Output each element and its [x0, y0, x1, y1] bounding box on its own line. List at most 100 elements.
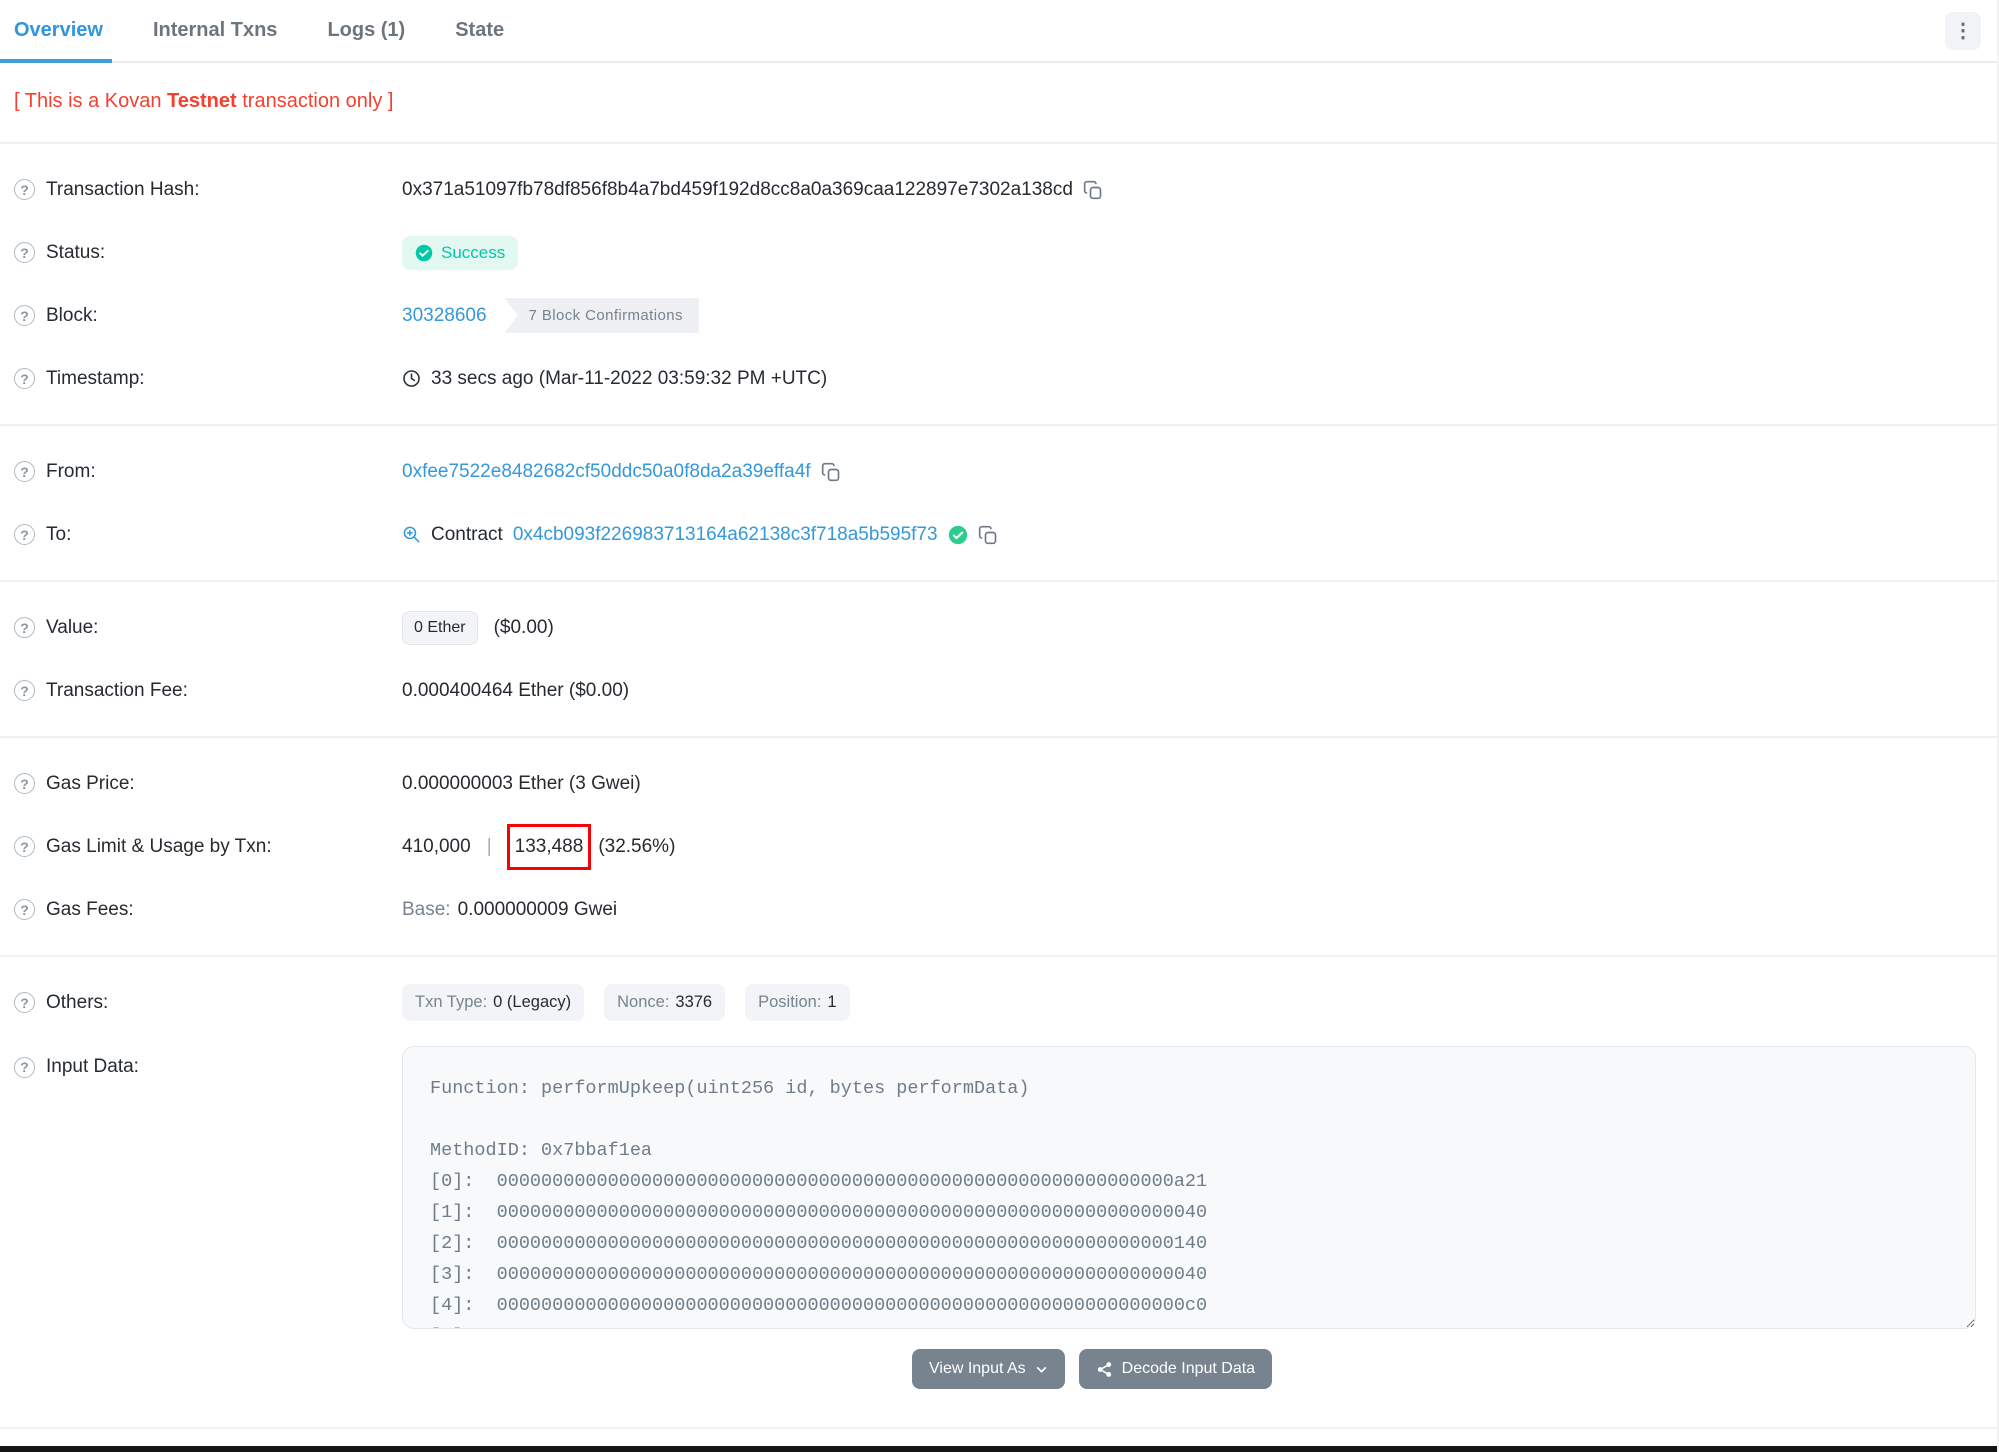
section-addresses: ? From: 0xfee7522e8482682cf50ddc50a0f8da… [0, 426, 1997, 582]
nonce-badge: Nonce: 3376 [604, 984, 726, 1021]
help-icon[interactable]: ? [14, 461, 35, 482]
status-badge: Success [402, 235, 519, 270]
from-address-link[interactable]: 0xfee7522e8482682cf50ddc50a0f8da2a39effa… [402, 461, 811, 483]
row-label: Timestamp: [46, 367, 145, 389]
tab-overview[interactable]: Overview [14, 19, 103, 42]
row-gas-limit-usage: ? Gas Limit & Usage by Txn: 410,000 | 13… [0, 815, 1997, 878]
to-contract-prefix: Contract [431, 523, 503, 545]
verified-check-icon [948, 525, 967, 544]
notice-suffix: transaction only ] [236, 90, 394, 112]
row-gas-price: ? Gas Price: 0.000000003 Ether (3 Gwei) [0, 752, 1997, 815]
gas-fees-base-label: Base: [402, 898, 451, 920]
section-gas: ? Gas Price: 0.000000003 Ether (3 Gwei) … [0, 738, 1997, 957]
value-badge: 0 Ether [402, 610, 478, 645]
row-label: Input Data: [46, 1056, 139, 1077]
notice-prefix: [ This is a Kovan [14, 90, 168, 112]
row-input-data: ? Input Data: View Input As Decode Input… [0, 1046, 1997, 1389]
help-icon[interactable]: ? [14, 617, 35, 638]
gas-used-percent: (32.56%) [598, 835, 676, 857]
row-label: To: [46, 523, 72, 545]
active-tab-underline [0, 59, 112, 63]
testnet-notice: [ This is a Kovan Testnet transaction on… [0, 63, 1997, 144]
help-icon[interactable]: ? [14, 1056, 35, 1078]
status-text: Success [441, 242, 506, 262]
row-label: Value: [46, 616, 99, 638]
transaction-fee-value: 0.000400464 Ether ($0.00) [402, 679, 630, 701]
row-from: ? From: 0xfee7522e8482682cf50ddc50a0f8da… [0, 440, 1997, 503]
txn-type-value: 0 (Legacy) [493, 993, 572, 1011]
nonce-label: Nonce: [617, 993, 670, 1011]
row-gas-fees: ? Gas Fees: Base: 0.000000009 Gwei [0, 878, 1997, 941]
kebab-menu-button[interactable]: ⋮ [1945, 12, 1981, 50]
help-icon[interactable]: ? [14, 242, 35, 263]
section-value-fee: ? Value: 0 Ether ($0.00) ? Transaction F… [0, 582, 1997, 738]
decode-input-data-label: Decode Input Data [1121, 1360, 1256, 1377]
tab-bar: Overview Internal Txns Logs (1) State ⋮ [0, 0, 1997, 63]
tab-internal-txns[interactable]: Internal Txns [153, 19, 277, 42]
decode-nodes-icon [1097, 1361, 1111, 1377]
position-label: Position: [758, 993, 822, 1011]
help-icon[interactable]: ? [14, 836, 35, 857]
position-value: 1 [827, 993, 837, 1011]
row-to: ? To: Contract 0x4cb093f226983713164a621… [0, 503, 1997, 566]
input-data-textarea[interactable] [402, 1046, 1976, 1329]
help-icon[interactable]: ? [14, 368, 35, 389]
row-label: Gas Limit & Usage by Txn: [46, 835, 272, 857]
row-transaction-fee: ? Transaction Fee: 0.000400464 Ether ($0… [0, 659, 1997, 722]
row-value: ? Value: 0 Ether ($0.00) [0, 596, 1997, 659]
help-icon[interactable]: ? [14, 992, 35, 1013]
help-icon[interactable]: ? [14, 524, 35, 545]
block-confirmations-badge: 7 Block Confirmations [504, 298, 699, 333]
help-icon[interactable]: ? [14, 773, 35, 794]
row-label: Status: [46, 241, 106, 263]
chevron-down-icon [1036, 1366, 1046, 1373]
magnifier-plus-icon[interactable] [402, 525, 421, 544]
row-others: ? Others: Txn Type: 0 (Legacy) Nonce: 33… [0, 971, 1997, 1034]
gas-fees-base-value: 0.000000009 Gwei [457, 898, 618, 920]
decode-input-data-button[interactable]: Decode Input Data [1078, 1349, 1273, 1389]
check-circle-icon [415, 244, 433, 261]
gas-limit-separator: | [486, 835, 492, 857]
row-label: Block: [46, 304, 98, 326]
notice-bold: Testnet [167, 90, 237, 112]
row-status: ? Status: Success [0, 221, 1997, 284]
row-label: Gas Price: [46, 772, 135, 794]
position-badge: Position: 1 [745, 984, 850, 1021]
view-input-as-button[interactable]: View Input As [912, 1349, 1065, 1389]
clock-icon [403, 370, 420, 387]
help-icon[interactable]: ? [14, 680, 35, 701]
copy-icon[interactable] [821, 462, 841, 482]
row-block: ? Block: 30328606 7 Block Confirmations [0, 284, 1997, 347]
gas-used-value: 133,488 [514, 835, 584, 857]
row-label: From: [46, 460, 96, 482]
row-transaction-hash: ? Transaction Hash: 0x371a51097fb78df856… [0, 158, 1997, 221]
copy-icon[interactable] [978, 525, 998, 545]
transaction-hash-value: 0x371a51097fb78df856f8b4a7bd459f192d8cc8… [402, 178, 1073, 200]
help-icon[interactable]: ? [14, 899, 35, 920]
input-data-actions: View Input As Decode Input Data [912, 1349, 1976, 1389]
help-icon[interactable]: ? [14, 179, 35, 200]
gas-limit-value: 410,000 [402, 835, 471, 857]
gas-price-value: 0.000000003 Ether (3 Gwei) [402, 772, 641, 794]
transaction-page: { "colors": { "accent_blue": "#3498db", … [0, 0, 1999, 1452]
row-timestamp: ? Timestamp: 33 secs ago (Mar-11-2022 03… [0, 347, 1997, 410]
row-label: Transaction Hash: [46, 178, 200, 200]
value-usd: ($0.00) [493, 616, 554, 638]
to-address-link[interactable]: 0x4cb093f226983713164a62138c3f718a5b595f… [513, 524, 938, 546]
block-number-link[interactable]: 30328606 [402, 305, 487, 327]
view-input-as-label: View Input As [929, 1360, 1026, 1377]
section-others-input: ? Others: Txn Type: 0 (Legacy) Nonce: 33… [0, 957, 1997, 1429]
annotation-highlight-box: 133,488 [506, 823, 592, 870]
tab-state[interactable]: State [455, 19, 504, 42]
txn-type-label: Txn Type: [415, 993, 488, 1011]
nonce-value: 3376 [675, 993, 713, 1011]
txn-type-badge: Txn Type: 0 (Legacy) [402, 984, 585, 1021]
section-overview-top: ? Transaction Hash: 0x371a51097fb78df856… [0, 144, 1997, 426]
row-label: Others: [46, 991, 109, 1013]
copy-icon[interactable] [1083, 180, 1103, 200]
tab-logs[interactable]: Logs (1) [327, 19, 405, 42]
row-label: Gas Fees: [46, 898, 134, 920]
help-icon[interactable]: ? [14, 305, 35, 326]
timestamp-value: 33 secs ago (Mar-11-2022 03:59:32 PM +UT… [431, 367, 828, 389]
window-bottom-edge [0, 1446, 1997, 1452]
